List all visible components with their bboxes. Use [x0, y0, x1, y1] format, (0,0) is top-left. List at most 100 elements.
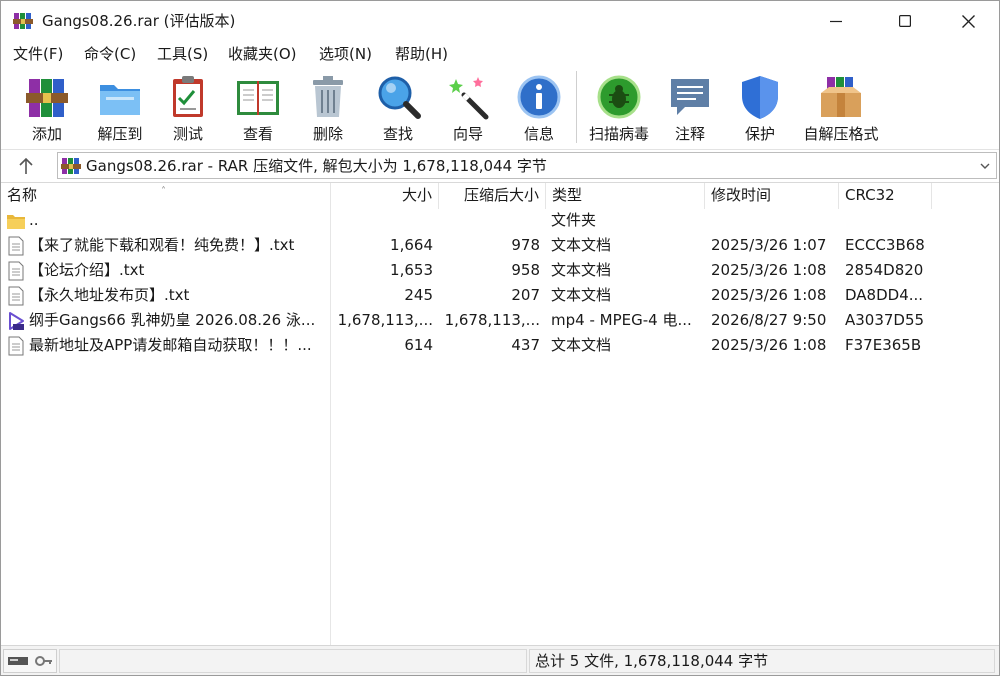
maximize-button[interactable] — [882, 1, 928, 41]
virus-scan-label: 扫描病毒 — [588, 125, 649, 143]
file-modified: 2025/3/26 1:08 — [711, 286, 827, 304]
chevron-down-icon[interactable] — [978, 159, 992, 173]
file-packed-size: 1,678,113,... — [444, 311, 540, 329]
sfx-button[interactable]: 自解压格式 — [798, 71, 884, 147]
status-bar: 总计 5 文件, 1,678,118,044 字节 — [1, 645, 999, 675]
toolbar: 添加 解压到 测试 查看 删除 查找 向导 信息 扫描病毒 注释 保护 自解压格… — [1, 67, 999, 149]
column-name-label: 名称 — [7, 186, 38, 204]
protect-label: 保护 — [744, 125, 775, 143]
file-name: 【论坛介绍】.txt — [29, 261, 145, 279]
file-type: 文件夹 — [551, 211, 597, 229]
file-name: 【来了就能下载和观看！纯免费！】.txt — [29, 236, 295, 254]
file-size — [331, 208, 433, 233]
info-button[interactable]: 信息 — [509, 71, 569, 147]
clipboard-check-icon — [173, 76, 203, 117]
address-bar[interactable]: Gangs08.26.rar - RAR 压缩文件, 解包大小为 1,678,1… — [57, 152, 997, 179]
rar-archive-icon — [61, 158, 81, 174]
open-book-icon — [237, 81, 279, 115]
file-name: 纲手Gangs66 乳神奶皇 2026.08.26 泳... — [29, 311, 316, 329]
file-type: 文本文档 — [551, 236, 612, 254]
add-label: 添加 — [31, 125, 62, 143]
file-modified: 2026/8/27 9:50 — [711, 311, 827, 329]
info-label: 信息 — [523, 125, 554, 143]
menu-favorites[interactable]: 收藏夹(O) — [226, 43, 299, 65]
status-summary-text: 总计 5 文件, 1,678,118,044 字节 — [535, 652, 769, 670]
menu-file[interactable]: 文件(F) — [11, 43, 65, 65]
file-type: 文本文档 — [551, 261, 612, 279]
table-row[interactable]: 最新地址及APP请发邮箱自动获取！！！... 614 437 文本文档 2025… — [1, 333, 999, 358]
file-packed-size: 207 — [511, 286, 540, 304]
protect-button[interactable]: 保护 — [730, 71, 790, 147]
view-button[interactable]: 查看 — [228, 71, 288, 147]
winrar-app-icon — [13, 13, 33, 29]
column-size[interactable]: 大小 — [331, 183, 439, 209]
up-folder-button[interactable] — [9, 154, 43, 178]
menu-help[interactable]: 帮助(H) — [393, 43, 450, 65]
file-size: 1,678,113,... — [337, 311, 433, 329]
comment-icon — [671, 79, 709, 115]
column-header: 名称 ˄ 大小 压缩后大小 类型 修改时间 CRC32 — [1, 183, 999, 209]
wizard-button[interactable]: 向导 — [438, 71, 498, 147]
up-arrow-icon — [19, 157, 33, 174]
column-name[interactable]: 名称 ˄ — [1, 183, 331, 209]
file-modified — [711, 208, 837, 233]
file-size: 1,653 — [390, 261, 433, 279]
books-add-icon — [26, 79, 68, 117]
wizard-label: 向导 — [452, 125, 483, 143]
file-crc — [845, 208, 935, 233]
find-label: 查找 — [382, 125, 413, 143]
table-row[interactable]: 【论坛介绍】.txt 1,653 958 文本文档 2025/3/26 1:08… — [1, 258, 999, 283]
test-button[interactable]: 测试 — [158, 71, 218, 147]
file-packed-size: 978 — [511, 236, 540, 254]
menu-command[interactable]: 命令(C) — [82, 43, 138, 65]
table-row[interactable]: 【来了就能下载和观看！纯免费！】.txt 1,664 978 文本文档 2025… — [1, 233, 999, 258]
status-summary: 总计 5 文件, 1,678,118,044 字节 — [529, 649, 995, 673]
status-selection — [59, 649, 527, 673]
virus-scan-button[interactable]: 扫描病毒 — [583, 71, 655, 147]
trash-can-icon — [313, 76, 343, 117]
file-name: 最新地址及APP请发邮箱自动获取！！！... — [29, 336, 312, 354]
minimize-button[interactable] — [813, 1, 859, 41]
close-button[interactable] — [945, 1, 991, 41]
toolbar-separator — [576, 71, 577, 143]
find-button[interactable]: 查找 — [368, 71, 428, 147]
column-modified[interactable]: 修改时间 — [705, 183, 839, 209]
table-row[interactable]: 纲手Gangs66 乳神奶皇 2026.08.26 泳... 1,678,113… — [1, 308, 999, 333]
status-drive-key[interactable] — [3, 649, 57, 673]
text-file-icon — [8, 286, 24, 306]
file-name: 【永久地址发布页】.txt — [29, 286, 190, 304]
menu-options[interactable]: 选项(N) — [317, 43, 374, 65]
delete-label: 删除 — [312, 125, 343, 143]
file-crc: F37E365B — [845, 336, 922, 354]
text-file-icon — [8, 336, 24, 356]
bug-scan-icon — [597, 75, 641, 119]
maximize-icon — [899, 15, 911, 27]
column-crc32[interactable]: CRC32 — [839, 183, 932, 209]
column-packed[interactable]: 压缩后大小 — [439, 183, 546, 209]
winrar-window: Gangs08.26.rar (评估版本) 文件(F) 命令(C) 工具(S) … — [0, 0, 1000, 676]
delete-button[interactable]: 删除 — [298, 71, 358, 147]
file-size: 245 — [404, 286, 433, 304]
comment-label: 注释 — [674, 125, 705, 143]
minimize-icon — [830, 20, 842, 23]
sfx-label: 自解压格式 — [803, 125, 879, 143]
comment-button[interactable]: 注释 — [660, 71, 720, 147]
folder-icon — [7, 215, 25, 229]
magic-wand-icon — [449, 77, 489, 120]
sfx-box-icon — [821, 77, 861, 117]
table-row[interactable]: 【永久地址发布页】.txt 245 207 文本文档 2025/3/26 1:0… — [1, 283, 999, 308]
address-text: Gangs08.26.rar - RAR 压缩文件, 解包大小为 1,678,1… — [86, 157, 547, 175]
menu-bar: 文件(F) 命令(C) 工具(S) 收藏夹(O) 选项(N) 帮助(H) — [1, 41, 999, 67]
file-crc: A3037D55 — [845, 311, 925, 329]
table-row[interactable]: .. 文件夹 — [1, 208, 999, 233]
file-name: .. — [29, 211, 39, 229]
info-icon — [517, 75, 561, 119]
file-crc: 2854D820 — [845, 261, 924, 279]
extract-to-button[interactable]: 解压到 — [85, 71, 155, 147]
file-packed-size: 958 — [511, 261, 540, 279]
shield-icon — [742, 76, 778, 119]
menu-tools[interactable]: 工具(S) — [155, 43, 210, 65]
file-packed-size — [439, 208, 540, 233]
column-type[interactable]: 类型 — [546, 183, 705, 209]
add-button[interactable]: 添加 — [15, 71, 79, 147]
